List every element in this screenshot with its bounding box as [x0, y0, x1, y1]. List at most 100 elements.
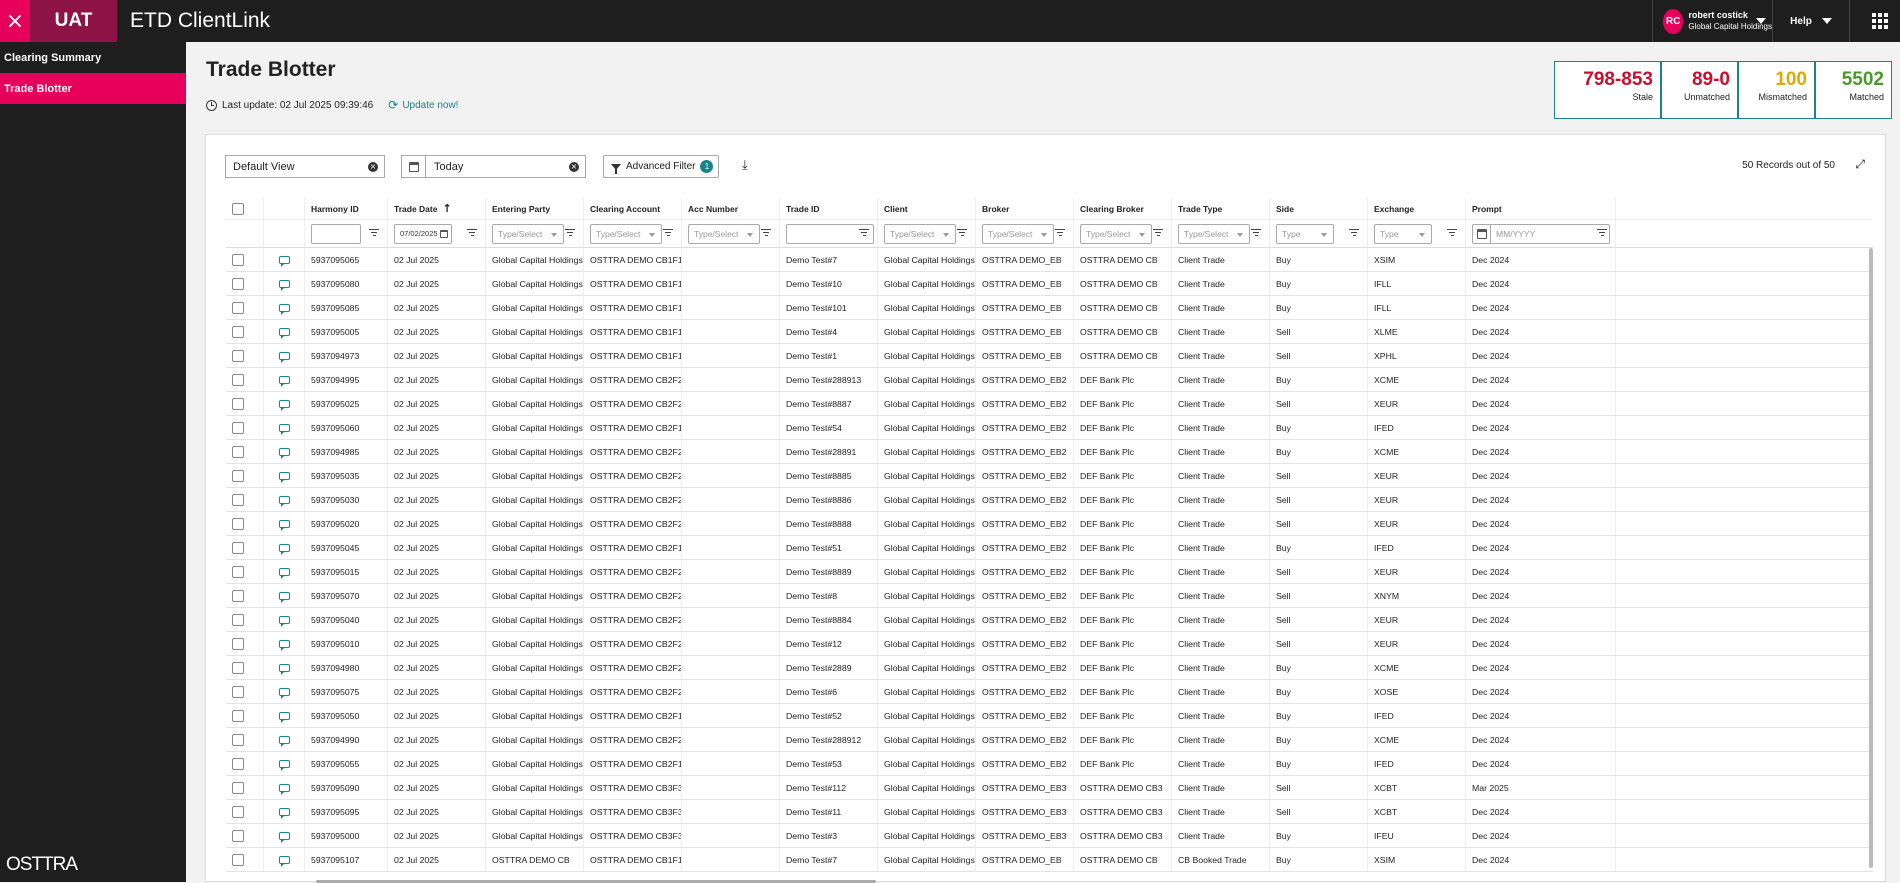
- filter-icon[interactable]: [1251, 229, 1261, 237]
- table-row[interactable]: 5937095055 02 Jul 2025 Global Capital Hold…: [226, 752, 1873, 776]
- help-menu[interactable]: Help: [1772, 0, 1850, 42]
- filter-icon[interactable]: [467, 229, 477, 237]
- row-checkbox[interactable]: [232, 829, 244, 842]
- select-all-checkbox[interactable]: [232, 202, 244, 215]
- comment-icon[interactable]: [279, 807, 290, 819]
- column-header-acc-number[interactable]: Acc Number: [682, 198, 780, 219]
- table-row[interactable]: 5937095080 02 Jul 2025 Global Capital Hold…: [226, 272, 1873, 296]
- row-checkbox[interactable]: [232, 781, 244, 794]
- table-row[interactable]: 5937094973 02 Jul 2025 Global Capital Hold…: [226, 344, 1873, 368]
- comment-icon[interactable]: [279, 399, 290, 411]
- comment-icon[interactable]: [279, 855, 290, 867]
- filter-icon[interactable]: [1349, 229, 1359, 237]
- download-icon[interactable]: ⤓: [742, 158, 748, 173]
- advanced-filter-button[interactable]: Advanced Filter 1: [603, 155, 720, 178]
- comment-icon[interactable]: [279, 663, 290, 675]
- row-checkbox[interactable]: [232, 277, 244, 290]
- comment-icon[interactable]: [279, 543, 290, 555]
- row-checkbox[interactable]: [232, 805, 244, 818]
- row-checkbox[interactable]: [232, 853, 244, 866]
- comment-icon[interactable]: [279, 351, 290, 363]
- row-checkbox[interactable]: [232, 373, 244, 386]
- table-row[interactable]: 5937094990 02 Jul 2025 Global Capital Hold…: [226, 728, 1873, 752]
- filter-icon[interactable]: [1597, 229, 1607, 237]
- clear-icon[interactable]: ×: [569, 162, 579, 172]
- column-header-side[interactable]: Side: [1270, 198, 1368, 219]
- table-row[interactable]: 5937095025 02 Jul 2025 Global Capital Hold…: [226, 392, 1873, 416]
- table-row[interactable]: 5937095075 02 Jul 2025 Global Capital Hold…: [226, 680, 1873, 704]
- table-row[interactable]: 5937095035 02 Jul 2025 Global Capital Hold…: [226, 464, 1873, 488]
- table-row[interactable]: 5937095050 02 Jul 2025 Global Capital Hold…: [226, 704, 1873, 728]
- stat-mismatched[interactable]: 100 Mismatched: [1738, 61, 1815, 119]
- column-header-exchange[interactable]: Exchange: [1368, 198, 1466, 219]
- comment-icon[interactable]: [279, 375, 290, 387]
- filter-input-entering-party[interactable]: Type/Select: [492, 223, 564, 244]
- column-header-trade-type[interactable]: Trade Type: [1172, 198, 1270, 219]
- stat-stale[interactable]: 798-853 Stale: [1554, 61, 1661, 119]
- filter-icon[interactable]: [859, 229, 869, 237]
- comment-icon[interactable]: [279, 687, 290, 699]
- column-header-broker[interactable]: Broker: [976, 198, 1074, 219]
- filter-input-clearing-broker[interactable]: Type/Select: [1080, 223, 1152, 244]
- row-checkbox[interactable]: [232, 445, 244, 458]
- sidebar-item-clearing-summary[interactable]: Clearing Summary: [0, 42, 186, 73]
- filter-icon[interactable]: [565, 229, 575, 237]
- date-select[interactable]: Today ×: [401, 155, 586, 178]
- filter-icon[interactable]: [1153, 229, 1163, 237]
- table-row[interactable]: 5937095040 02 Jul 2025 Global Capital Hold…: [226, 608, 1873, 632]
- table-row[interactable]: 5937095000 02 Jul 2025 Global Capital Hold…: [226, 824, 1873, 848]
- filter-input-exchange[interactable]: Type: [1374, 223, 1432, 244]
- comment-icon[interactable]: [279, 279, 290, 291]
- filter-icon[interactable]: [1447, 229, 1457, 237]
- filter-icon[interactable]: [369, 229, 379, 237]
- row-checkbox[interactable]: [232, 349, 244, 362]
- comment-icon[interactable]: [279, 423, 290, 435]
- sort-ascending-icon[interactable]: ↑: [442, 202, 451, 215]
- filter-input-trade-date[interactable]: 07/02/2025: [394, 223, 452, 244]
- table-row[interactable]: 5937095107 02 Jul 2025 OSTTRA DEMO CB OSTTR…: [226, 848, 1873, 872]
- stat-matched[interactable]: 5502 Matched: [1815, 61, 1892, 119]
- column-header-clearing-broker[interactable]: Clearing Broker: [1074, 198, 1172, 219]
- filter-input-trade-type[interactable]: Type/Select: [1178, 223, 1250, 244]
- comment-icon[interactable]: [279, 303, 290, 315]
- row-checkbox[interactable]: [232, 637, 244, 650]
- prompt-date-filter[interactable]: MM/YYYY: [1472, 223, 1610, 244]
- filter-input-broker[interactable]: Type/Select: [982, 223, 1054, 244]
- vertical-scrollbar[interactable]: [1869, 248, 1873, 868]
- row-checkbox[interactable]: [232, 589, 244, 602]
- comment-icon[interactable]: [279, 567, 290, 579]
- filter-input-client[interactable]: Type/Select: [884, 223, 956, 244]
- row-checkbox[interactable]: [232, 661, 244, 674]
- comment-icon[interactable]: [279, 255, 290, 267]
- row-checkbox[interactable]: [232, 613, 244, 626]
- table-row[interactable]: 5937095015 02 Jul 2025 Global Capital Hold…: [226, 560, 1873, 584]
- table-row[interactable]: 5937095020 02 Jul 2025 Global Capital Hold…: [226, 512, 1873, 536]
- table-row[interactable]: 5937095085 02 Jul 2025 Global Capital Hold…: [226, 296, 1873, 320]
- column-header-trade-id[interactable]: Trade ID: [780, 198, 878, 219]
- apps-grid-icon[interactable]: [1872, 13, 1888, 29]
- user-menu[interactable]: RC robert costick Global Capital Holding…: [1652, 0, 1772, 42]
- row-checkbox[interactable]: [232, 685, 244, 698]
- column-header-prompt[interactable]: Prompt: [1466, 198, 1616, 219]
- clear-icon[interactable]: ×: [368, 162, 378, 172]
- comment-icon[interactable]: [279, 711, 290, 723]
- comment-icon[interactable]: [279, 831, 290, 843]
- comment-icon[interactable]: [279, 471, 290, 483]
- table-row[interactable]: 5937095060 02 Jul 2025 Global Capital Hold…: [226, 416, 1873, 440]
- filter-input-harmony-id[interactable]: [311, 223, 361, 244]
- comment-icon[interactable]: [279, 327, 290, 339]
- table-row[interactable]: 5937095030 02 Jul 2025 Global Capital Hold…: [226, 488, 1873, 512]
- filter-input-clearing-account[interactable]: Type/Select: [590, 223, 662, 244]
- expand-icon[interactable]: ⤢: [1855, 157, 1865, 172]
- comment-icon[interactable]: [279, 447, 290, 459]
- row-checkbox[interactable]: [232, 325, 244, 338]
- filter-icon[interactable]: [1055, 229, 1065, 237]
- table-row[interactable]: 5937095005 02 Jul 2025 Global Capital Hold…: [226, 320, 1873, 344]
- comment-icon[interactable]: [279, 783, 290, 795]
- row-checkbox[interactable]: [232, 541, 244, 554]
- update-now-link[interactable]: ⟳ Update now!: [388, 98, 458, 112]
- comment-icon[interactable]: [279, 519, 290, 531]
- close-button[interactable]: ×: [0, 0, 30, 42]
- filter-icon[interactable]: [761, 229, 771, 237]
- table-row[interactable]: 5937094980 02 Jul 2025 Global Capital Hold…: [226, 656, 1873, 680]
